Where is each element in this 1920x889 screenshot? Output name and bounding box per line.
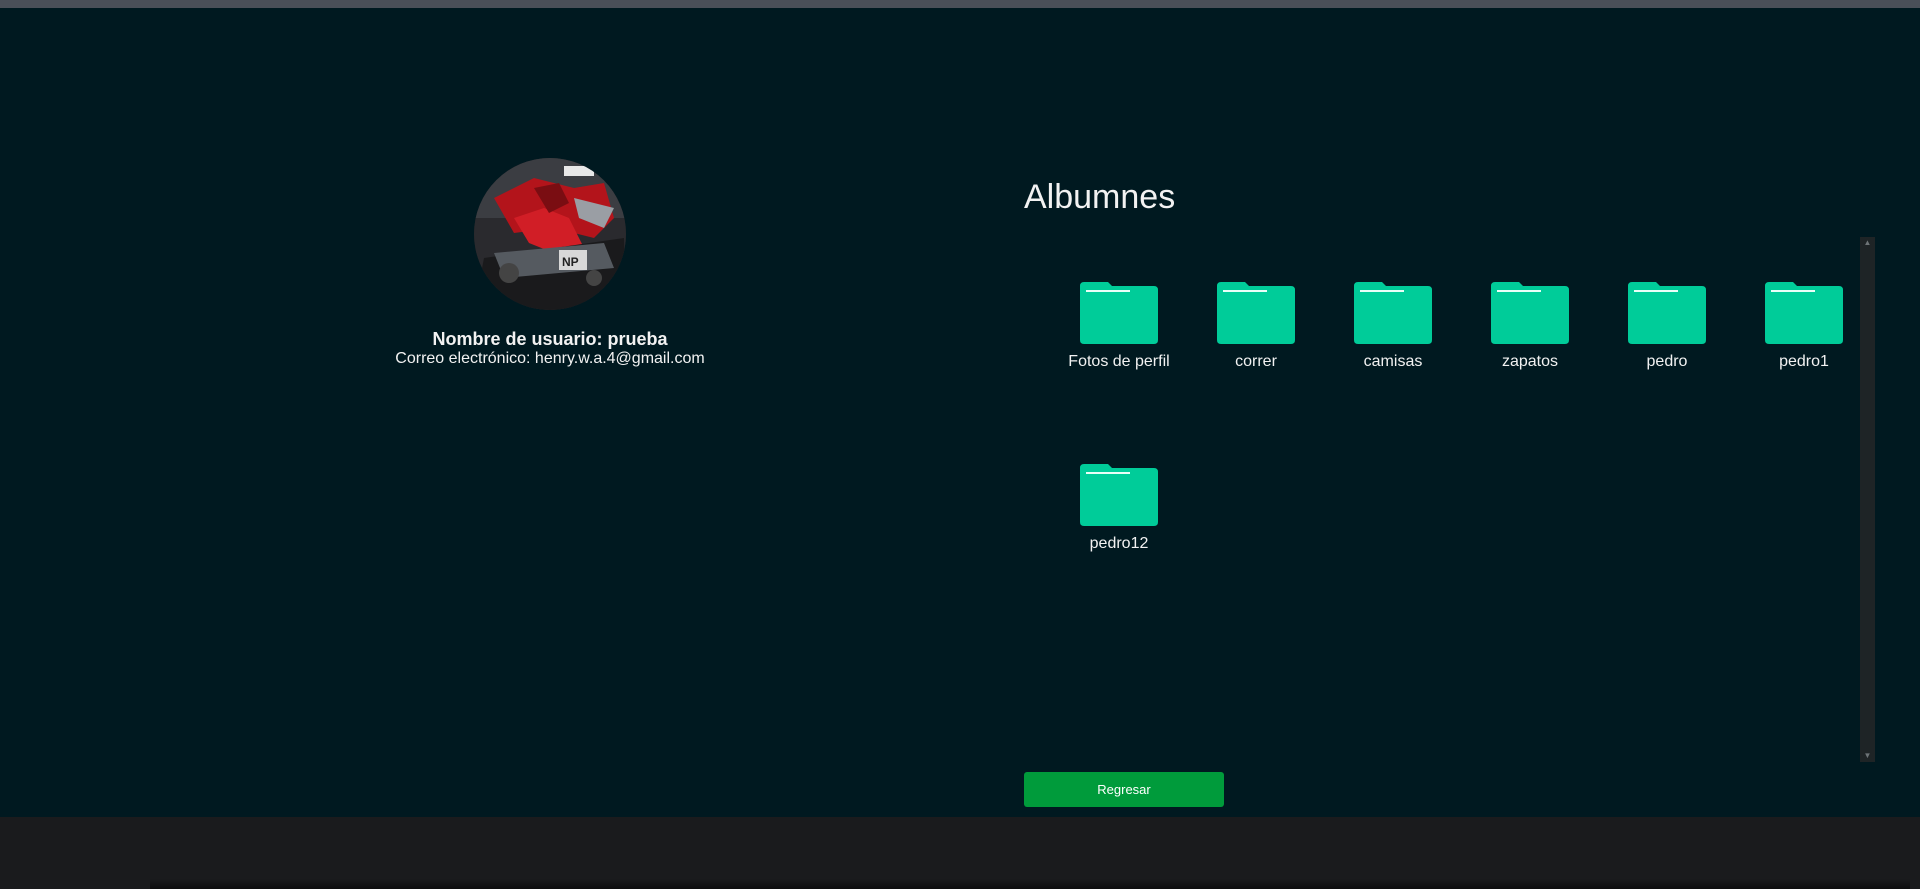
album-label: pedro	[1646, 353, 1688, 370]
album-label: correr	[1235, 353, 1277, 370]
folder-icon	[1491, 282, 1569, 344]
folder-icon	[1217, 282, 1295, 344]
album-folder[interactable]: pedro1	[1744, 280, 1864, 374]
albums-panel: Fotos de perfil correr camisas zapatos p…	[1024, 237, 1876, 762]
albums-title: Albumnes	[1024, 178, 1176, 216]
svg-text:NP: NP	[562, 255, 579, 269]
album-label: Fotos de perfil	[1068, 353, 1170, 370]
browser-top-bar	[0, 0, 1920, 8]
album-folder[interactable]: camisas	[1333, 280, 1453, 374]
albums-scrollbar[interactable]: ▲ ▼	[1860, 237, 1875, 762]
folder-icon	[1628, 282, 1706, 344]
footer-shadow	[150, 879, 1910, 889]
folder-icon	[1354, 282, 1432, 344]
album-label: pedro1	[1779, 353, 1829, 370]
username-text: Nombre de usuario: prueba	[432, 329, 668, 349]
email-text: Correo electrónico: henry.w.a.4@gmail.co…	[395, 350, 705, 367]
scroll-up-arrow-icon[interactable]: ▲	[1860, 237, 1875, 249]
album-label: zapatos	[1501, 353, 1559, 370]
album-folder[interactable]: Fotos de perfil	[1059, 280, 1179, 374]
avatar: NP	[474, 158, 626, 310]
back-button[interactable]: Regresar	[1024, 772, 1224, 807]
album-folder[interactable]: pedro	[1607, 280, 1727, 374]
album-folder[interactable]: zapatos	[1470, 280, 1590, 374]
scrollbar-track[interactable]	[1863, 251, 1872, 748]
album-label: camisas	[1363, 353, 1423, 370]
folder-icon	[1080, 282, 1158, 344]
folder-icon	[1765, 282, 1843, 344]
album-label: pedro12	[1089, 535, 1149, 552]
scroll-down-arrow-icon[interactable]: ▼	[1860, 750, 1875, 762]
album-folder[interactable]: correr	[1196, 280, 1316, 374]
folder-icon	[1080, 464, 1158, 526]
album-folder[interactable]: pedro12	[1059, 462, 1179, 556]
